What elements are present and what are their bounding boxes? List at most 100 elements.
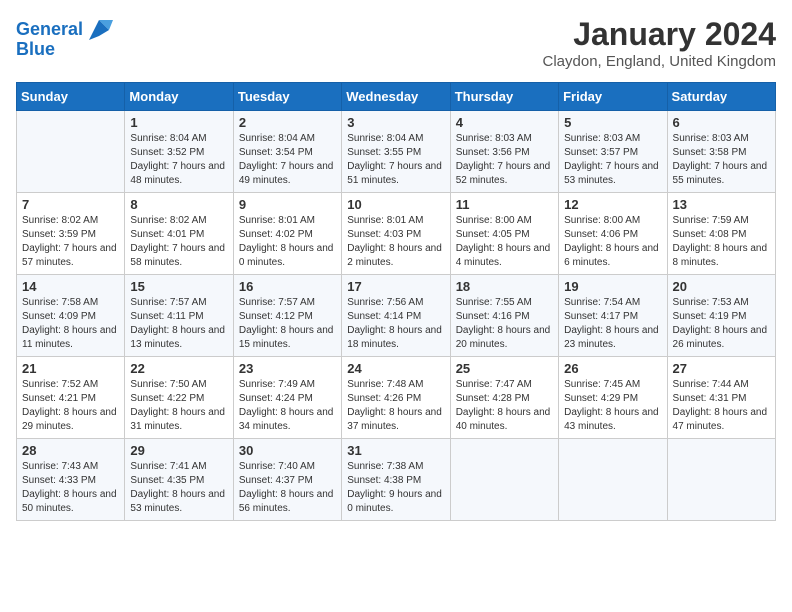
weekday-header-sunday: Sunday (17, 83, 125, 111)
cell-content: Sunrise: 7:52 AMSunset: 4:21 PMDaylight:… (22, 378, 119, 434)
calendar-cell: 30 Sunrise: 7:40 AMSunset: 4:37 PMDaylig… (233, 439, 341, 521)
calendar-cell: 18 Sunrise: 7:55 AMSunset: 4:16 PMDaylig… (450, 275, 558, 357)
cell-content: Sunrise: 8:03 AMSunset: 3:58 PMDaylight:… (673, 132, 770, 188)
cell-content: Sunrise: 7:47 AMSunset: 4:28 PMDaylight:… (456, 378, 553, 434)
calendar-week-5: 28 Sunrise: 7:43 AMSunset: 4:33 PMDaylig… (17, 439, 776, 521)
weekday-header-monday: Monday (125, 83, 233, 111)
calendar-cell: 1 Sunrise: 8:04 AMSunset: 3:52 PMDayligh… (125, 111, 233, 193)
cell-content: Sunrise: 7:59 AMSunset: 4:08 PMDaylight:… (673, 214, 770, 270)
cell-content: Sunrise: 7:56 AMSunset: 4:14 PMDaylight:… (347, 296, 444, 352)
calendar-cell: 6 Sunrise: 8:03 AMSunset: 3:58 PMDayligh… (667, 111, 775, 193)
calendar-cell: 12 Sunrise: 8:00 AMSunset: 4:06 PMDaylig… (559, 193, 667, 275)
day-number: 14 (22, 279, 119, 294)
day-number: 26 (564, 361, 661, 376)
cell-content: Sunrise: 8:00 AMSunset: 4:06 PMDaylight:… (564, 214, 661, 270)
calendar-cell: 21 Sunrise: 7:52 AMSunset: 4:21 PMDaylig… (17, 357, 125, 439)
day-number: 27 (673, 361, 770, 376)
weekday-header-wednesday: Wednesday (342, 83, 450, 111)
day-number: 23 (239, 361, 336, 376)
cell-content: Sunrise: 8:03 AMSunset: 3:56 PMDaylight:… (456, 132, 553, 188)
cell-content: Sunrise: 8:03 AMSunset: 3:57 PMDaylight:… (564, 132, 661, 188)
day-number: 9 (239, 197, 336, 212)
calendar-cell: 13 Sunrise: 7:59 AMSunset: 4:08 PMDaylig… (667, 193, 775, 275)
day-number: 4 (456, 115, 553, 130)
calendar-cell: 14 Sunrise: 7:58 AMSunset: 4:09 PMDaylig… (17, 275, 125, 357)
day-number: 12 (564, 197, 661, 212)
calendar-week-2: 7 Sunrise: 8:02 AMSunset: 3:59 PMDayligh… (17, 193, 776, 275)
calendar-cell: 4 Sunrise: 8:03 AMSunset: 3:56 PMDayligh… (450, 111, 558, 193)
calendar-cell: 31 Sunrise: 7:38 AMSunset: 4:38 PMDaylig… (342, 439, 450, 521)
cell-content: Sunrise: 8:01 AMSunset: 4:02 PMDaylight:… (239, 214, 336, 270)
cell-content: Sunrise: 8:02 AMSunset: 4:01 PMDaylight:… (130, 214, 227, 270)
page-header: General Blue January 2024 Claydon, Engla… (16, 16, 776, 70)
day-number: 21 (22, 361, 119, 376)
calendar-cell: 23 Sunrise: 7:49 AMSunset: 4:24 PMDaylig… (233, 357, 341, 439)
weekday-header-friday: Friday (559, 83, 667, 111)
calendar-cell: 9 Sunrise: 8:01 AMSunset: 4:02 PMDayligh… (233, 193, 341, 275)
cell-content: Sunrise: 7:41 AMSunset: 4:35 PMDaylight:… (130, 460, 227, 516)
weekday-header-row: SundayMondayTuesdayWednesdayThursdayFrid… (17, 83, 776, 111)
day-number: 11 (456, 197, 553, 212)
cell-content: Sunrise: 7:57 AMSunset: 4:11 PMDaylight:… (130, 296, 227, 352)
day-number: 25 (456, 361, 553, 376)
month-title: January 2024 (543, 16, 776, 53)
cell-content: Sunrise: 7:40 AMSunset: 4:37 PMDaylight:… (239, 460, 336, 516)
day-number: 3 (347, 115, 444, 130)
calendar-cell: 22 Sunrise: 7:50 AMSunset: 4:22 PMDaylig… (125, 357, 233, 439)
cell-content: Sunrise: 7:44 AMSunset: 4:31 PMDaylight:… (673, 378, 770, 434)
cell-content: Sunrise: 7:49 AMSunset: 4:24 PMDaylight:… (239, 378, 336, 434)
day-number: 15 (130, 279, 227, 294)
day-number: 7 (22, 197, 119, 212)
day-number: 1 (130, 115, 227, 130)
calendar-cell (17, 111, 125, 193)
calendar-cell: 2 Sunrise: 8:04 AMSunset: 3:54 PMDayligh… (233, 111, 341, 193)
calendar-week-3: 14 Sunrise: 7:58 AMSunset: 4:09 PMDaylig… (17, 275, 776, 357)
calendar-cell: 16 Sunrise: 7:57 AMSunset: 4:12 PMDaylig… (233, 275, 341, 357)
calendar-cell: 3 Sunrise: 8:04 AMSunset: 3:55 PMDayligh… (342, 111, 450, 193)
calendar-cell: 25 Sunrise: 7:47 AMSunset: 4:28 PMDaylig… (450, 357, 558, 439)
cell-content: Sunrise: 7:38 AMSunset: 4:38 PMDaylight:… (347, 460, 444, 516)
calendar-cell: 26 Sunrise: 7:45 AMSunset: 4:29 PMDaylig… (559, 357, 667, 439)
weekday-header-thursday: Thursday (450, 83, 558, 111)
calendar-cell: 24 Sunrise: 7:48 AMSunset: 4:26 PMDaylig… (342, 357, 450, 439)
cell-content: Sunrise: 8:04 AMSunset: 3:54 PMDaylight:… (239, 132, 336, 188)
day-number: 8 (130, 197, 227, 212)
day-number: 10 (347, 197, 444, 212)
calendar-cell: 8 Sunrise: 8:02 AMSunset: 4:01 PMDayligh… (125, 193, 233, 275)
calendar-week-4: 21 Sunrise: 7:52 AMSunset: 4:21 PMDaylig… (17, 357, 776, 439)
calendar-cell: 15 Sunrise: 7:57 AMSunset: 4:11 PMDaylig… (125, 275, 233, 357)
calendar-cell: 20 Sunrise: 7:53 AMSunset: 4:19 PMDaylig… (667, 275, 775, 357)
calendar-table: SundayMondayTuesdayWednesdayThursdayFrid… (16, 82, 776, 521)
calendar-cell: 27 Sunrise: 7:44 AMSunset: 4:31 PMDaylig… (667, 357, 775, 439)
cell-content: Sunrise: 7:48 AMSunset: 4:26 PMDaylight:… (347, 378, 444, 434)
calendar-week-1: 1 Sunrise: 8:04 AMSunset: 3:52 PMDayligh… (17, 111, 776, 193)
logo-text-blue: Blue (16, 40, 55, 60)
cell-content: Sunrise: 8:02 AMSunset: 3:59 PMDaylight:… (22, 214, 119, 270)
calendar-cell: 10 Sunrise: 8:01 AMSunset: 4:03 PMDaylig… (342, 193, 450, 275)
calendar-cell: 11 Sunrise: 8:00 AMSunset: 4:05 PMDaylig… (450, 193, 558, 275)
cell-content: Sunrise: 8:04 AMSunset: 3:52 PMDaylight:… (130, 132, 227, 188)
cell-content: Sunrise: 7:45 AMSunset: 4:29 PMDaylight:… (564, 378, 661, 434)
day-number: 6 (673, 115, 770, 130)
day-number: 19 (564, 279, 661, 294)
logo-icon (85, 16, 113, 44)
calendar-cell: 7 Sunrise: 8:02 AMSunset: 3:59 PMDayligh… (17, 193, 125, 275)
day-number: 13 (673, 197, 770, 212)
calendar-cell (450, 439, 558, 521)
logo: General Blue (16, 16, 113, 60)
day-number: 16 (239, 279, 336, 294)
day-number: 31 (347, 443, 444, 458)
cell-content: Sunrise: 8:00 AMSunset: 4:05 PMDaylight:… (456, 214, 553, 270)
calendar-cell: 5 Sunrise: 8:03 AMSunset: 3:57 PMDayligh… (559, 111, 667, 193)
logo-text-general: General (16, 20, 83, 40)
day-number: 28 (22, 443, 119, 458)
cell-content: Sunrise: 7:50 AMSunset: 4:22 PMDaylight:… (130, 378, 227, 434)
day-number: 20 (673, 279, 770, 294)
day-number: 2 (239, 115, 336, 130)
weekday-header-tuesday: Tuesday (233, 83, 341, 111)
cell-content: Sunrise: 8:04 AMSunset: 3:55 PMDaylight:… (347, 132, 444, 188)
cell-content: Sunrise: 7:43 AMSunset: 4:33 PMDaylight:… (22, 460, 119, 516)
cell-content: Sunrise: 7:53 AMSunset: 4:19 PMDaylight:… (673, 296, 770, 352)
cell-content: Sunrise: 8:01 AMSunset: 4:03 PMDaylight:… (347, 214, 444, 270)
calendar-cell: 29 Sunrise: 7:41 AMSunset: 4:35 PMDaylig… (125, 439, 233, 521)
